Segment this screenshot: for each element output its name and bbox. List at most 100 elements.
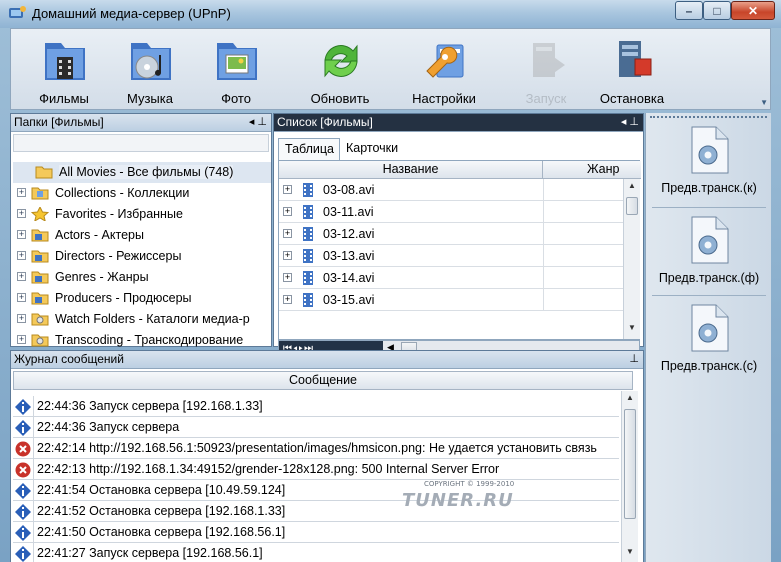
tree-item-transcoding[interactable]: + Transcoding - Транскодирование [13, 330, 271, 351]
table-row[interactable]: +03-13.avi [279, 245, 623, 267]
tree-item-collections[interactable]: + Collections - Коллекции [13, 183, 271, 204]
settings-button[interactable]: Настройки [399, 33, 489, 109]
tree-item-label: Genres - Жанры [55, 270, 149, 284]
minimize-button[interactable]: – [675, 1, 703, 20]
app-icon [9, 6, 26, 18]
table-row[interactable]: +03-12.avi [279, 223, 623, 245]
file-name: 03-13.avi [323, 249, 375, 263]
folders-panel: Папки [Фильмы] ◂ ⊥ All Movies - Все филь… [10, 113, 272, 347]
tree-item-label: Collections - Коллекции [55, 186, 190, 200]
folders-panel-title: Папки [Фильмы] [14, 115, 104, 129]
tree-item-producers[interactable]: + Producers - Продюсеры [13, 288, 271, 309]
log-message: 22:44:36 Запуск сервера [192.168.1.33] [37, 399, 263, 413]
preview-transcode-f-button[interactable]: Предв.транск.(ф) [646, 211, 772, 301]
scroll-up-icon[interactable]: ▲ [624, 181, 640, 195]
log-scrollbar[interactable]: ▲ ▼ [621, 391, 638, 562]
film-file-icon [303, 271, 313, 285]
watermark: COPYRIGHT © 1999-2010 TUNER.RU [388, 480, 538, 530]
expand-icon[interactable]: + [17, 272, 26, 281]
log-message: 22:42:14 http://192.168.56.1:50923/prese… [37, 441, 597, 455]
preview-transcode-f-label: Предв.транск.(ф) [658, 271, 760, 285]
film-file-icon [303, 249, 313, 263]
column-genre-header[interactable]: Жанр [543, 161, 623, 179]
sidebar-grip[interactable] [650, 116, 767, 120]
expand-icon[interactable]: + [17, 230, 26, 239]
folder-icon [31, 250, 49, 263]
log-row[interactable]: 22:44:36 Запуск сервера [192.168.1.33] [13, 396, 619, 417]
pin-icon[interactable]: ◂ ⊥ [621, 114, 639, 131]
scroll-thumb[interactable] [624, 409, 636, 519]
scroll-thumb[interactable] [626, 197, 638, 215]
expand-icon[interactable]: + [17, 335, 26, 344]
expand-icon[interactable]: + [17, 314, 26, 323]
tree-item-actors[interactable]: + Actors - Актеры [13, 225, 271, 246]
log-row[interactable]: 22:44:36 Запуск сервера [13, 417, 619, 438]
stop-button[interactable]: Остановка [587, 33, 677, 109]
expand-icon[interactable]: + [17, 251, 26, 260]
preview-sidebar: Предв.транск.(к) Предв.транск.(ф) Предв.… [645, 113, 771, 562]
pin-icon[interactable]: ◂ ⊥ [249, 114, 267, 131]
tree-item-label: Watch Folders - Каталоги медиа-р [55, 312, 250, 326]
info-icon [15, 420, 31, 436]
star-icon [31, 207, 49, 221]
tree-item-directors[interactable]: + Directors - Режиссеры [13, 246, 271, 267]
expand-icon[interactable]: + [283, 207, 292, 216]
pin-icon[interactable]: ⊥ [629, 351, 639, 368]
expand-icon[interactable]: + [17, 209, 26, 218]
table-header: Название Жанр [279, 161, 641, 179]
message-column-header[interactable]: Сообщение [13, 371, 633, 390]
toolbar-overflow-icon[interactable]: ▼ [760, 98, 768, 107]
scroll-up-icon[interactable]: ▲ [622, 393, 638, 407]
expand-icon[interactable]: + [283, 229, 292, 238]
watermark-logo: TUNER.RU [402, 490, 514, 511]
expand-icon[interactable]: + [17, 293, 26, 302]
tab-table[interactable]: Таблица [278, 138, 340, 160]
films-button[interactable]: Фильмы [19, 33, 109, 109]
folders-panel-header: Папки [Фильмы] ◂ ⊥ [11, 114, 271, 132]
table-row[interactable]: +03-15.avi [279, 289, 623, 311]
preview-transcode-s-button[interactable]: Предв.транск.(с) [646, 299, 772, 389]
photo-button[interactable]: Фото [191, 33, 281, 109]
column-name-header[interactable]: Название [279, 161, 543, 179]
tree-item-watch-folders[interactable]: + Watch Folders - Каталоги медиа-р [13, 309, 271, 330]
log-row[interactable]: 22:41:27 Запуск сервера [192.168.56.1] [13, 543, 619, 562]
scroll-down-icon[interactable]: ▼ [622, 547, 638, 561]
log-row[interactable]: 22:42:14 http://192.168.56.1:50923/prese… [13, 438, 619, 459]
title-bar[interactable]: Домашний медиа-сервер (UPnP) – □ ✕ [0, 0, 781, 28]
app-window: Домашний медиа-сервер (UPnP) – □ ✕ Фильм… [0, 0, 781, 562]
file-name: 03-15.avi [323, 293, 375, 307]
tab-cards[interactable]: Карточки [340, 138, 420, 160]
expand-icon[interactable]: + [283, 185, 292, 194]
folder-icon [31, 229, 49, 242]
log-row[interactable]: 22:42:13 http://192.168.1.34:49152/grend… [13, 459, 619, 480]
tree-item-favorites[interactable]: + Favorites - Избранные [13, 204, 271, 225]
tree-item-label: Directors - Режиссеры [55, 249, 182, 263]
expand-icon[interactable]: + [283, 295, 292, 304]
start-button[interactable]: Запуск [501, 33, 591, 109]
preview-transcode-k-button[interactable]: Предв.транск.(к) [646, 121, 772, 211]
list-scrollbar[interactable]: ▲ ▼ [623, 179, 640, 339]
table-row[interactable]: +03-08.avi [279, 179, 623, 201]
tree-item-all-movies[interactable]: All Movies - Все фильмы (748) [13, 162, 271, 183]
expand-icon[interactable]: + [17, 188, 26, 197]
refresh-button[interactable]: Обновить [295, 33, 385, 109]
expand-icon[interactable]: + [283, 273, 292, 282]
scroll-down-icon[interactable]: ▼ [624, 323, 640, 337]
film-file-icon [303, 293, 313, 307]
folder-open-icon [35, 166, 53, 179]
info-icon [15, 399, 31, 415]
tree-item-label: All Movies - Все фильмы (748) [59, 165, 234, 179]
table-row[interactable]: +03-11.avi [279, 201, 623, 223]
music-button[interactable]: Музыка [105, 33, 195, 109]
start-icon [533, 43, 565, 77]
film-file-icon [303, 205, 313, 219]
expand-icon[interactable]: + [283, 251, 292, 260]
maximize-button[interactable]: □ [703, 1, 731, 20]
table-row[interactable]: +03-14.avi [279, 267, 623, 289]
close-button[interactable]: ✕ [731, 1, 775, 20]
tree-item-genres[interactable]: + Genres - Жанры [13, 267, 271, 288]
folder-icon [31, 292, 49, 305]
watermark-copyright: COPYRIGHT © 1999-2010 [424, 480, 515, 488]
info-icon [15, 525, 31, 541]
gear-document-icon [691, 304, 729, 352]
